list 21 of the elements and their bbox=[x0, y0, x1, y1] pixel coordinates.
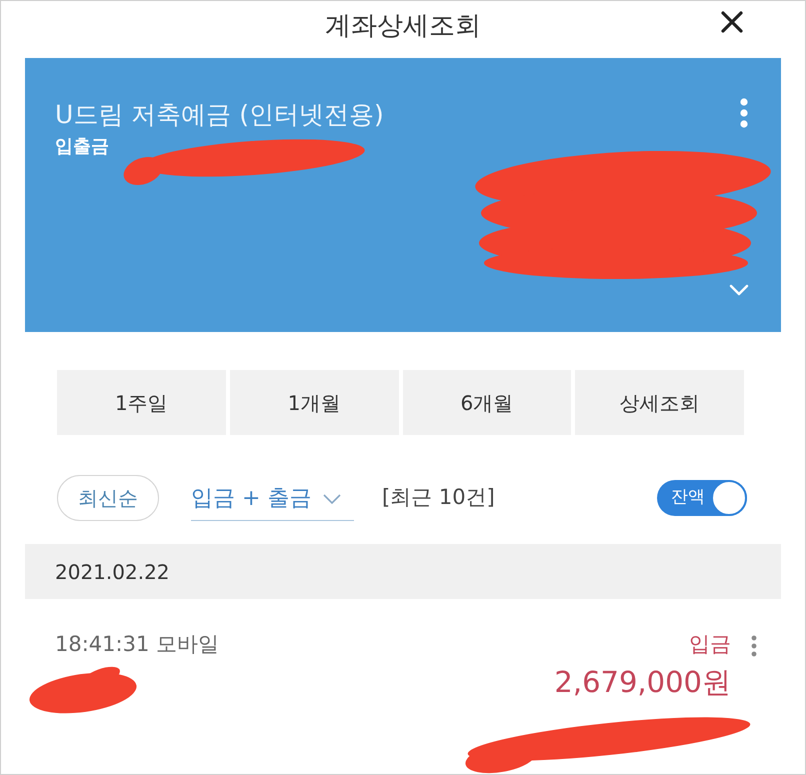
period-button[interactable]: 상세조회 bbox=[575, 370, 744, 435]
account-name: U드림 저축예금 (인터넷전용) bbox=[55, 99, 384, 131]
chevron-down-icon bbox=[323, 494, 342, 504]
close-icon[interactable] bbox=[719, 9, 745, 35]
window-title: 계좌상세조회 bbox=[325, 13, 481, 43]
more-icon[interactable] bbox=[739, 98, 749, 128]
period-button[interactable]: 6개월 bbox=[402, 370, 572, 435]
date-label: 2021.02.22 bbox=[55, 558, 170, 586]
account-type: 입출금 bbox=[55, 135, 109, 159]
filter-dropdown-label: 입금 + 출금 bbox=[191, 485, 312, 513]
balance-toggle[interactable]: 잔액 bbox=[657, 480, 747, 516]
recent-count: [최근 10건] bbox=[382, 484, 495, 512]
transaction-type: 입금 bbox=[689, 631, 731, 658]
more-icon[interactable] bbox=[751, 635, 757, 657]
transaction-amount: 2,679,000원 bbox=[554, 664, 731, 701]
sort-button[interactable]: 최신순 bbox=[57, 475, 159, 521]
period-button[interactable]: 1개월 bbox=[230, 370, 398, 435]
period-button[interactable]: 1주일 bbox=[57, 370, 226, 435]
chevron-down-icon[interactable] bbox=[729, 284, 749, 296]
transaction-time: 18:41:31 모바일 bbox=[55, 632, 219, 656]
filter-dropdown[interactable]: 입금 + 출금 bbox=[191, 475, 354, 521]
